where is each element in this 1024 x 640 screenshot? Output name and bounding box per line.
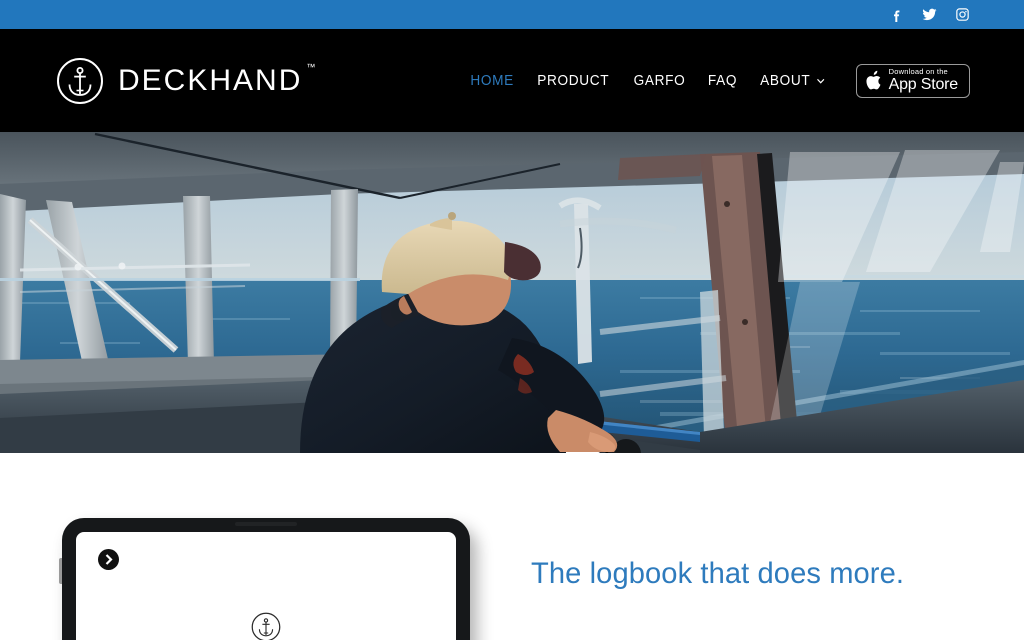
apple-logo-icon <box>866 70 883 91</box>
section-headline: The logbook that does more. <box>531 557 905 590</box>
nav-item-product-label: PRODUCT <box>537 72 610 89</box>
nav-item-about-label: ABOUT <box>760 72 811 89</box>
brand-name: DECKHAND ™ <box>118 62 315 97</box>
tablet-side-button <box>59 558 62 584</box>
app-store-small-label: Download on the <box>888 67 948 77</box>
hero-illustration <box>0 132 1024 453</box>
nav-item-faq[interactable]: FAQ <box>699 73 747 89</box>
app-store-labels: Download on the App Store <box>888 67 959 93</box>
instagram-icon[interactable] <box>955 7 970 22</box>
nav-item-garfo-label: GARFO <box>633 72 686 89</box>
intro-section: The logbook that does more. <box>0 453 1024 640</box>
tablet-screen <box>76 532 456 640</box>
nav-item-faq-label: FAQ <box>708 72 738 89</box>
carousel-next-button[interactable] <box>98 549 119 570</box>
brand-logo-link[interactable]: DECKHAND ™ <box>56 57 315 105</box>
brand-trademark: ™ <box>306 61 316 72</box>
twitter-icon[interactable] <box>922 7 937 22</box>
social-topbar <box>0 0 1024 29</box>
app-store-big-label: App Store <box>888 75 959 93</box>
chevron-right-icon <box>105 554 113 565</box>
tablet-camera-bar <box>235 522 297 526</box>
main-nav: HOME PRODUCT GARFO FAQ ABOUT Download on… <box>459 63 970 98</box>
hero-banner-image <box>0 132 1024 453</box>
facebook-icon[interactable] <box>889 7 904 22</box>
app-store-download-button[interactable]: Download on the App Store <box>855 63 970 98</box>
nav-item-about[interactable]: ABOUT <box>751 73 835 89</box>
chevron-down-icon <box>817 78 825 84</box>
anchor-in-circle-icon <box>56 57 104 105</box>
nav-item-garfo[interactable]: GARFO <box>624 73 695 89</box>
nav-item-home-label: HOME <box>470 72 515 89</box>
tablet-mockup <box>59 518 470 640</box>
site-header: DECKHAND ™ HOME PRODUCT GARFO FAQ ABOUT D… <box>0 29 1024 132</box>
nav-item-product[interactable]: PRODUCT <box>528 73 619 89</box>
nav-item-home[interactable]: HOME <box>461 73 523 89</box>
anchor-in-circle-icon <box>251 612 281 640</box>
brand-name-text: DECKHAND <box>118 63 303 97</box>
social-links <box>889 7 970 22</box>
